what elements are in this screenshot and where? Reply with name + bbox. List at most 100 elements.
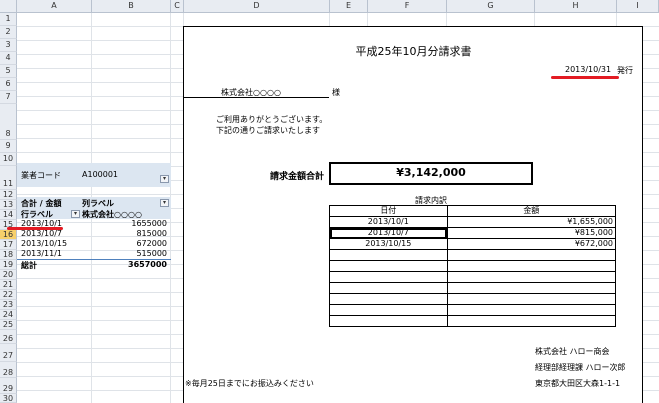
table-row [329,304,617,316]
row-header[interactable]: 21 [0,280,17,290]
table-row [329,249,617,261]
column-header-a[interactable]: A [17,0,92,13]
empty-cell[interactable] [446,304,617,316]
pivot-row-amount[interactable]: 1655000 [110,219,167,228]
greeting-line-1: ご利用ありがとうございます。 [216,115,328,124]
row-header[interactable]: 8 [0,104,17,140]
row-header[interactable]: 4 [0,52,17,65]
pivot-row-date[interactable]: 2013/10/7 [21,229,62,238]
row-header[interactable]: 7 [0,91,17,104]
column-header-i[interactable]: I [617,0,659,13]
empty-cell[interactable] [446,282,617,294]
row-header[interactable]: 25 [0,320,17,330]
pivot-total-label: 総計 [21,261,37,270]
empty-cell[interactable] [446,260,617,272]
pivot-row-date[interactable]: 2013/11/1 [21,249,62,258]
item-amount[interactable]: ¥815,000 [446,227,617,239]
pivot-filter-value: A100001 [82,170,119,179]
empty-cell[interactable] [329,293,448,305]
column-header-h[interactable]: H [535,0,617,13]
row-header[interactable]: 28 [0,362,17,378]
row-header[interactable]: 18 [0,250,17,260]
red-highlight-mark [551,76,619,79]
row-header[interactable]: 24 [0,310,17,320]
department: 経理部経理課 ハロー次郎 [535,363,626,372]
issue-date: 2013/10/31 [565,65,612,74]
row-header[interactable]: 17 [0,240,17,250]
column-header-f[interactable]: F [368,0,447,13]
pivot-total-value: 3657000 [128,260,167,269]
table-row: 2013/10/15 ¥672,000 [329,238,617,250]
row-header[interactable]: 10 [0,153,17,166]
row-header[interactable]: 12 [0,190,17,200]
row-header[interactable]: 2 [0,26,17,39]
pivot-column-label: 列ラベル [82,199,114,208]
row-header[interactable]: 11 [0,166,17,190]
table-row [329,293,617,305]
row-label-dropdown-icon[interactable]: ▾ [71,210,80,218]
row-header[interactable]: 23 [0,300,17,310]
table-header-row: 日付 金額 [329,205,617,217]
pivot-row-amount[interactable]: 815000 [110,229,167,238]
column-header-c[interactable]: C [171,0,184,13]
row-header-selected[interactable]: 16 [0,230,17,240]
pivot-row-amount[interactable]: 672000 [110,239,167,248]
item-date-active-cell[interactable]: 2013/10/7 [329,227,448,239]
row-header[interactable]: 27 [0,344,17,362]
payment-note: ※毎月25日までにお振込みください [185,379,314,388]
header-date: 日付 [329,205,448,217]
table-row [329,282,617,294]
table-row [329,271,617,283]
honorific: 様 [332,88,340,97]
row-header[interactable]: 5 [0,65,17,78]
red-highlight-mark [7,227,63,230]
row-header[interactable]: 20 [0,270,17,280]
row-header[interactable]: 1 [0,13,17,26]
empty-cell[interactable] [446,271,617,283]
row-header[interactable]: 26 [0,330,17,344]
empty-cell[interactable] [446,315,617,327]
row-header[interactable]: 3 [0,39,17,52]
empty-cell[interactable] [329,271,448,283]
row-header[interactable]: 13 [0,200,17,210]
empty-cell[interactable] [329,315,448,327]
empty-cell[interactable] [329,249,448,261]
total-label: 請求金額合計 [270,172,325,182]
table-row [329,260,617,272]
details-table: 日付 金額 2013/10/1 ¥1,655,000 2013/10/7 ¥81… [329,205,617,327]
item-amount[interactable]: ¥1,655,000 [446,216,617,228]
company-address: 東京都大田区大森1-1-1 [535,379,621,388]
row-header[interactable]: 22 [0,290,17,300]
table-row: 2013/10/1 ¥1,655,000 [329,216,617,228]
pivot-row-date[interactable]: 2013/10/15 [21,239,67,248]
empty-cell[interactable] [446,249,617,261]
pivot-data-label: 合計 / 金額 [21,199,62,208]
table-row [329,315,617,327]
column-header-g[interactable]: G [447,0,535,13]
column-label-dropdown-icon[interactable]: ▾ [160,199,169,207]
pivot-filter-label: 業者コード [21,171,61,180]
row-header[interactable]: 14 [0,210,17,220]
table-row: 2013/10/7 ¥815,000 [329,227,617,239]
issue-suffix: 発行 [617,66,633,75]
empty-cell[interactable] [329,260,448,272]
item-date[interactable]: 2013/10/1 [329,216,448,228]
empty-cell[interactable] [446,293,617,305]
item-date[interactable]: 2013/10/15 [329,238,448,250]
company-name: 株式会社 ハロー商会 [535,347,610,356]
empty-cell[interactable] [329,304,448,316]
select-all-corner[interactable] [0,0,17,13]
pivot-row-amount[interactable]: 515000 [110,249,167,258]
empty-cell[interactable] [329,282,448,294]
row-header[interactable]: 19 [0,260,17,270]
column-header-e[interactable]: E [330,0,368,13]
column-header-d[interactable]: D [184,0,330,13]
filter-dropdown-icon[interactable]: ▾ [160,175,169,183]
row-header[interactable]: 29 [0,378,17,394]
row-header[interactable]: 6 [0,78,17,91]
item-amount[interactable]: ¥672,000 [446,238,617,250]
column-header-b[interactable]: B [92,0,171,13]
customer-underline [184,97,329,98]
row-header[interactable]: 9 [0,140,17,153]
row-header[interactable]: 30 [0,394,17,403]
